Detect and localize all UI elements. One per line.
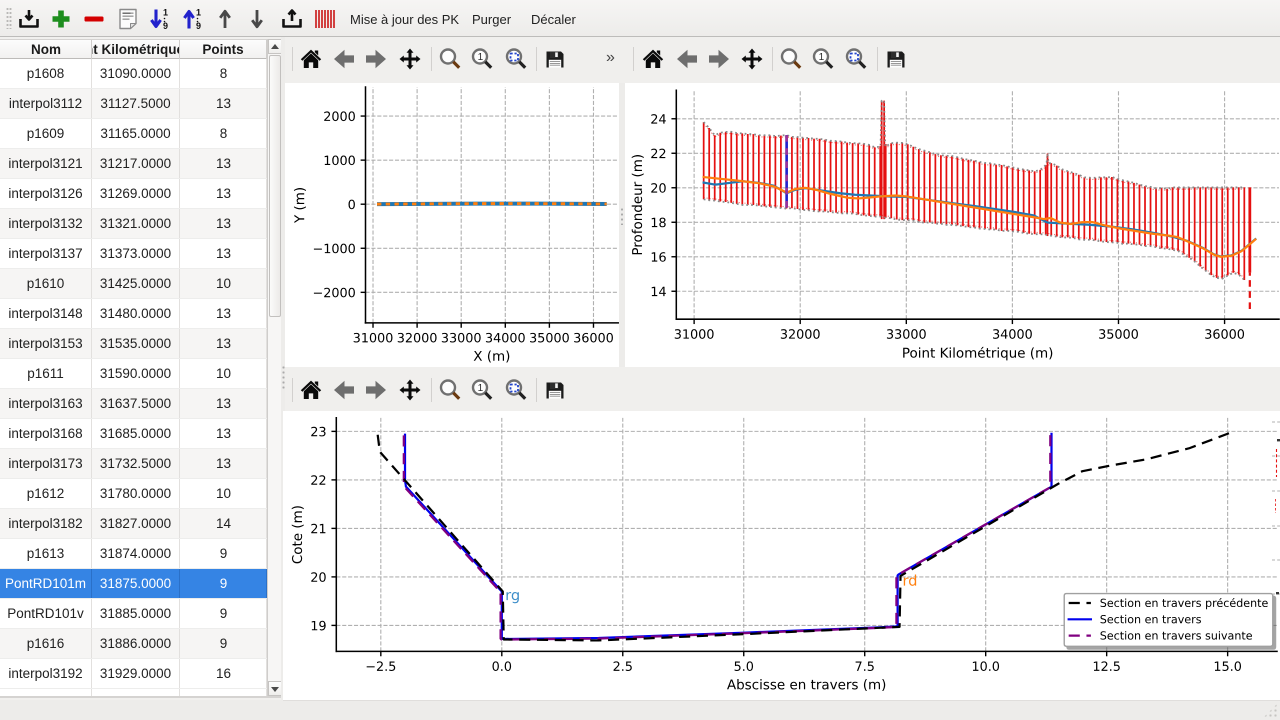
svg-text:1: 1 (163, 8, 168, 18)
svg-text:1: 1 (819, 52, 825, 63)
svg-text:9: 9 (163, 21, 168, 31)
svg-text:1: 1 (196, 8, 201, 18)
svg-text:1: 1 (478, 383, 484, 394)
svg-text:9: 9 (196, 21, 201, 31)
svg-text:1: 1 (478, 52, 484, 63)
